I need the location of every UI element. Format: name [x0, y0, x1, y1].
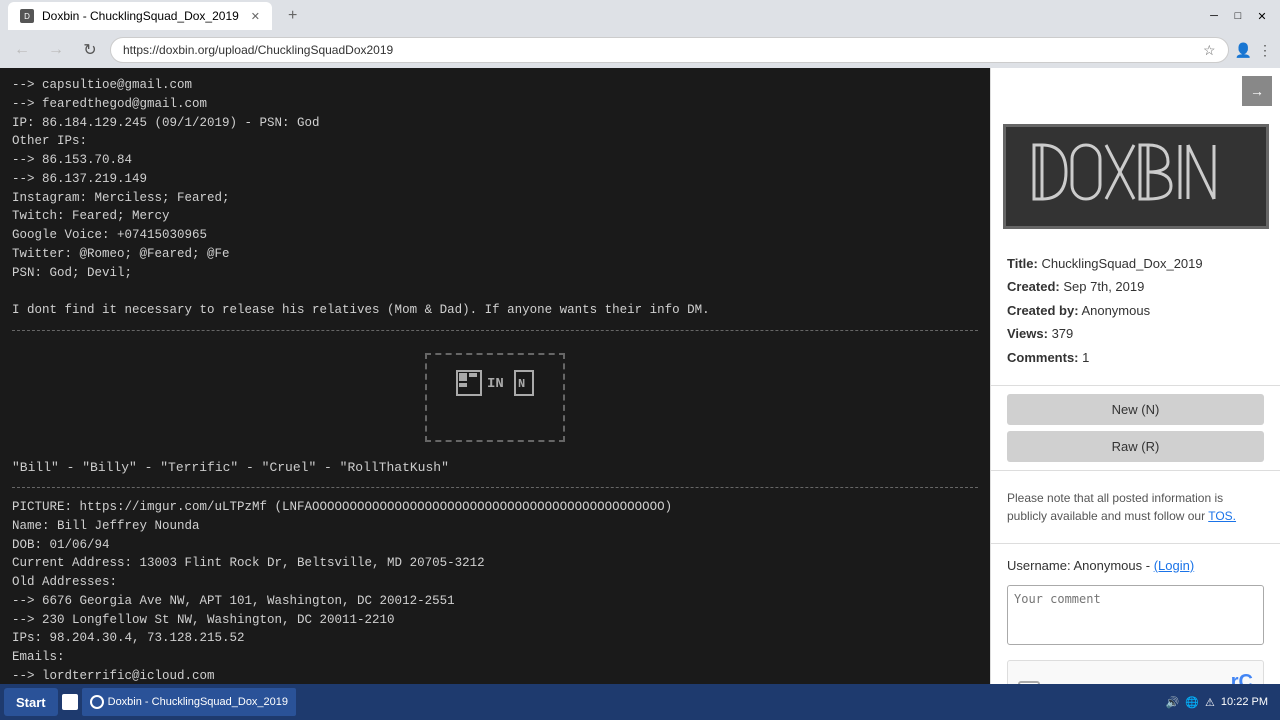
doc-line: --> 230 Longfellow St NW, Washington, DC… [12, 611, 978, 630]
taskbar-divider-icon [62, 694, 78, 710]
doxbin-logo [1003, 124, 1269, 229]
doc-line: IPs: 98.204.30.4, 73.128.215.52 [12, 629, 978, 648]
doc-line: Current Address: 13003 Flint Rock Dr, Be… [12, 554, 978, 573]
created-by-label: Created by: [1007, 303, 1079, 318]
nav-forward-button[interactable]: → [42, 36, 70, 64]
doc-line: --> 86.153.70.84 [12, 151, 978, 170]
window-maximize-button[interactable]: □ [1228, 6, 1248, 26]
doc-line: Old Addresses: [12, 573, 978, 592]
tab-favicon: D [20, 9, 34, 23]
notice-text: Please note that all posted information … [1007, 491, 1223, 523]
doc-line [12, 282, 978, 301]
raw-button[interactable]: Raw (R) [1007, 431, 1264, 462]
svg-text:N: N [518, 377, 525, 391]
taskbar: Start Doxbin - ChucklingSquad_Dox_2019 🔊… [0, 684, 1280, 720]
browser-tab[interactable]: D Doxbin - ChucklingSquad_Dox_2019 ✕ [8, 2, 272, 30]
browser-content: --> capsultioe@gmail.com --> fearedthego… [0, 68, 1280, 720]
title-label: Title: [1007, 256, 1038, 271]
doc-line: Twitter: @Romeo; @Feared; @Fe [12, 245, 978, 264]
document-pane: --> capsultioe@gmail.com --> fearedthego… [0, 68, 990, 720]
title-value: ChucklingSquad_Dox_2019 [1041, 256, 1202, 271]
sidebar-username-row: Username: Anonymous - (Login) [991, 552, 1280, 579]
created-value: Sep 7th, 2019 [1063, 279, 1144, 294]
sidebar-title-row: Title: ChucklingSquad_Dox_2019 [1007, 252, 1264, 275]
created-by-value: Anonymous [1081, 303, 1150, 318]
section-svg-logo: IN N [455, 369, 535, 419]
tray-icon-3: ⚠ [1205, 696, 1215, 709]
tray-icon-1: 🔊 [1166, 696, 1180, 709]
tos-link[interactable]: TOS. [1208, 509, 1236, 523]
sidebar: → [990, 68, 1280, 720]
toolbar-icons: 👤 ⋮ [1235, 42, 1272, 59]
username-label: Username: [1007, 558, 1071, 573]
comments-value: 1 [1082, 350, 1089, 365]
address-bar[interactable]: https://doxbin.org/upload/ChucklingSquad… [110, 37, 1229, 63]
taskbar-tray: 🔊 🌐 ⚠ 10:22 PM [1158, 696, 1276, 709]
address-text: https://doxbin.org/upload/ChucklingSquad… [123, 43, 1203, 57]
created-label: Created: [1007, 279, 1060, 294]
sidebar-views-row: Views: 379 [1007, 322, 1264, 345]
profile-icon[interactable]: 👤 [1235, 42, 1252, 59]
sidebar-created-by-row: Created by: Anonymous [1007, 299, 1264, 322]
comments-label: Comments: [1007, 350, 1079, 365]
doc-line: Twitch: Feared; Mercy [12, 207, 978, 226]
taskbar-browser-label: Doxbin - ChucklingSquad_Dox_2019 [108, 696, 288, 708]
doc-relatives-line: I dont find it necessary to release his … [12, 301, 978, 320]
window-controls: ─ □ ✕ [1204, 6, 1272, 26]
doc-line: Name: Bill Jeffrey Nounda [12, 517, 978, 536]
sidebar-created-row: Created: Sep 7th, 2019 [1007, 275, 1264, 298]
sidebar-divider-1 [991, 385, 1280, 386]
doc-line: PICTURE: https://imgur.com/uLTPzMf (LNFA… [12, 498, 978, 517]
sidebar-divider-2 [991, 470, 1280, 471]
username-value: Anonymous - [1073, 558, 1150, 573]
section-nicknames: "Bill" - "Billy" - "Terrific" - "Cruel" … [12, 458, 978, 478]
sidebar-divider-3 [991, 543, 1280, 544]
doc-line: Emails: [12, 648, 978, 667]
start-button[interactable]: Start [4, 688, 58, 716]
doc-line: Other IPs: [12, 132, 978, 151]
views-label: Views: [1007, 326, 1048, 341]
browser-taskbar-icon [90, 695, 104, 709]
doc-line: --> fearedthegod@gmail.com [12, 95, 978, 114]
svg-text:IN: IN [487, 376, 504, 392]
doc-line: Google Voice: +07415030965 [12, 226, 978, 245]
sidebar-notice: Please note that all posted information … [991, 479, 1280, 535]
browser-addressbar: ← → ↻ https://doxbin.org/upload/Chucklin… [0, 32, 1280, 68]
new-tab-button[interactable]: + [280, 3, 305, 29]
bookmark-icon[interactable]: ☆ [1203, 42, 1216, 59]
doc-line: DOB: 01/06/94 [12, 536, 978, 555]
doc-line: --> 6676 Georgia Ave NW, APT 101, Washin… [12, 592, 978, 611]
doc-line: --> lordterrific@icloud.com [12, 667, 978, 686]
sidebar-arrow-button[interactable]: → [1242, 76, 1272, 106]
tray-time: 10:22 PM [1221, 696, 1268, 708]
tray-icon-2: 🌐 [1185, 696, 1199, 709]
section-divider-2 [12, 487, 978, 488]
address-icons: ☆ [1203, 42, 1216, 59]
tab-title: Doxbin - ChucklingSquad_Dox_2019 [42, 9, 239, 23]
section-image: IN N [12, 341, 978, 454]
comment-textarea[interactable] [1007, 585, 1264, 645]
login-link[interactable]: (Login) [1154, 558, 1194, 573]
doc-line: IP: 86.184.129.245 (09/1/2019) - PSN: Go… [12, 114, 978, 133]
doxbin-logo-area [991, 114, 1280, 244]
new-button[interactable]: New (N) [1007, 394, 1264, 425]
taskbar-browser-item[interactable]: Doxbin - ChucklingSquad_Dox_2019 [82, 688, 296, 716]
section-divider-1 [12, 330, 978, 331]
window-minimize-button[interactable]: ─ [1204, 6, 1224, 26]
browser-titlebar: D Doxbin - ChucklingSquad_Dox_2019 ✕ + ─… [0, 0, 1280, 32]
views-value: 379 [1052, 326, 1074, 341]
doc-line: --> capsultioe@gmail.com [12, 76, 978, 95]
nav-back-button[interactable]: ← [8, 36, 36, 64]
sidebar-comments-row: Comments: 1 [1007, 346, 1264, 369]
nav-refresh-button[interactable]: ↻ [76, 36, 104, 64]
doc-line: PSN: God; Devil; [12, 264, 978, 283]
window-close-button[interactable]: ✕ [1252, 6, 1272, 26]
doc-line: --> 86.137.219.149 [12, 170, 978, 189]
sidebar-meta: Title: ChucklingSquad_Dox_2019 Created: … [991, 244, 1280, 377]
doc-line: Instagram: Merciless; Feared; [12, 189, 978, 208]
doxbin-logo-svg [1026, 137, 1246, 207]
menu-icon[interactable]: ⋮ [1258, 42, 1272, 59]
tab-close-icon[interactable]: ✕ [251, 10, 260, 23]
